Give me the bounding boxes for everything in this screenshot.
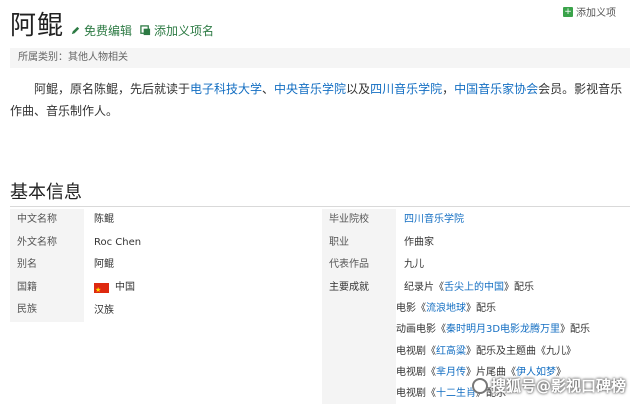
info-key: 别名 [10,254,84,277]
info-value-text: 阿鲲 [94,259,114,271]
info-value: 汉族 [84,299,324,322]
info-key: 国籍 [10,276,84,300]
info-key: 民族 [10,299,84,322]
edit-button[interactable]: 免费编辑 [70,22,132,39]
info-key: 中文名称 [10,209,84,232]
link-ccom[interactable]: 中央音乐学院 [274,82,346,96]
page-title: 阿鲲 [10,11,65,41]
link-achievement[interactable]: 十二生肖 [436,388,476,399]
info-value: Roc Chen [84,232,324,255]
achievement-text: 》配乐 [560,324,591,335]
summary-text: 阿鲲，原名陈鲲，先后就读于 [34,82,191,96]
achievements-key: 主要成就 [329,282,369,293]
add-entry-button[interactable]: + 添加义项 [563,4,616,19]
info-key: 毕业院校 [322,209,396,232]
info-row: 国籍 中国 [10,276,324,301]
link-achievement[interactable]: 流浪地球 [426,303,466,314]
info-column-right: 毕业院校 四川音乐学院 职业 作曲家 代表作品 九儿 [322,209,636,277]
achievement-text: 电视剧《 [396,388,436,399]
achievement-item: 电影《流浪地球》配乐 [396,302,496,316]
achievement-item: 纪录片《舌尖上的中国》配乐 [404,281,534,295]
summary-text: 、 [262,82,275,96]
achievement-text: 电视剧《 [396,367,436,378]
watermark-text: 搜狐号@影视口碑榜 [490,377,626,395]
link-achievement[interactable]: 秦时明月3D电影龙腾万里 [446,324,560,335]
info-value: 四川音乐学院 [396,209,636,232]
info-value-text: 作曲家 [404,236,434,248]
link-sccm[interactable]: 四川音乐学院 [370,82,442,96]
category-bar: 所属类别：其他人物相关 [10,48,630,68]
achievement-text: 》配乐 [466,303,496,314]
info-value-text: 中国 [115,282,135,294]
info-value: 陈鲲 [84,209,324,232]
category-label: 所属类别： [18,52,68,63]
info-row: 职业 作曲家 [322,231,636,255]
info-row: 民族 汉族 [10,299,324,322]
info-value: 九儿 [396,254,636,277]
info-row: 毕业院校 四川音乐学院 [322,209,636,232]
add-meaning-icon [140,25,151,36]
info-value: 中国 [84,277,324,301]
info-key: 外文名称 [10,231,84,255]
info-row: 中文名称 陈鲲 [10,209,324,232]
pencil-icon [71,26,80,35]
section-title-basic-info: 基本信息 [10,182,82,203]
watermark: 搜狐号@影视口碑榜 [471,375,626,396]
section-divider [10,206,630,207]
achievement-item: 电视剧《红高粱》配乐及主题曲《九儿》 [396,345,576,359]
info-value-text: 汉族 [94,304,114,316]
plus-icon: + [563,6,573,17]
link-achievement[interactable]: 舌尖上的中国 [444,282,504,293]
china-flag-icon [94,279,109,301]
add-meaning-label: 添加义项名 [154,24,215,38]
summary-text: 以及 [346,82,371,96]
info-row: 别名 阿鲲 [10,254,324,277]
info-row: 外文名称 Roc Chen [10,231,324,255]
info-value: 作曲家 [396,232,636,255]
info-value-text: 九儿 [404,259,424,271]
achievement-text: 》配乐及主题曲《九儿》 [466,346,576,357]
summary-text: ， [442,82,455,96]
info-value-text: 陈鲲 [94,214,114,226]
info-value: 阿鲲 [84,254,324,277]
edit-label: 免费编辑 [84,24,133,38]
link-uestc[interactable]: 电子科技大学 [190,82,262,96]
info-key: 代表作品 [322,254,396,277]
achievement-text: 电视剧《 [396,346,436,357]
add-entry-label: 添加义项 [576,8,616,19]
achievement-item: 动画电影《秦时明月3D电影龙腾万里》配乐 [396,323,590,337]
achievement-text: 动画电影《 [396,324,446,335]
summary-paragraph: 阿鲲，原名陈鲲，先后就读于电子科技大学、中央音乐学院以及四川音乐学院，中国音乐家… [10,78,630,122]
link-school[interactable]: 四川音乐学院 [404,209,464,231]
achievement-text: 电影《 [396,303,426,314]
info-value-text: Roc Chen [94,236,142,248]
info-key: 职业 [322,231,396,255]
achievements-key-cell [322,277,396,404]
link-achievement[interactable]: 芈月传 [436,367,466,378]
category-value[interactable]: 其他人物相关 [68,52,128,63]
info-column-left: 中文名称 陈鲲 外文名称 Roc Chen 别名 阿鲲 国籍 中国 民族 汉族 [10,209,324,322]
achievement-text: 纪录片《 [404,282,444,293]
link-achievement[interactable]: 红高粱 [436,346,466,357]
achievement-text: 》配乐 [504,282,534,293]
link-cma[interactable]: 中国音乐家协会 [454,82,538,96]
sohu-logo-icon [471,377,488,394]
add-meaning-button[interactable]: 添加义项名 [140,22,214,39]
info-row: 代表作品 九儿 [322,254,636,277]
